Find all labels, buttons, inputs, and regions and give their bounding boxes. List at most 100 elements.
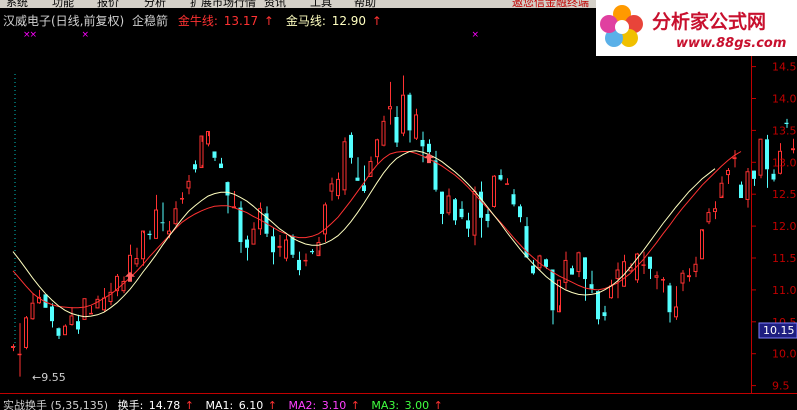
candle-body xyxy=(420,139,425,147)
logo-title: 分析家公式网 xyxy=(652,10,766,33)
candle-body xyxy=(654,275,659,278)
price-tick-label: 11.5 xyxy=(772,252,797,265)
candle-body xyxy=(11,346,15,348)
candle xyxy=(622,254,626,287)
candle-body xyxy=(544,259,548,267)
candle xyxy=(310,249,314,255)
candle xyxy=(420,131,425,163)
candle-body xyxy=(102,297,106,311)
promo-link[interactable]: 邀您信金融终端 xyxy=(512,0,589,8)
candle xyxy=(641,251,646,274)
candle xyxy=(102,287,106,312)
candle xyxy=(349,132,353,164)
candle xyxy=(479,181,483,238)
candle xyxy=(758,138,763,179)
ma3-label: MA3: xyxy=(371,399,399,410)
indicator-header: 实战换手 (5,35,135) 换手: 14.78 ↑ MA1: 6.10 ↑ … xyxy=(3,398,443,410)
candle-body xyxy=(498,175,503,180)
top-marker: × xyxy=(82,30,90,40)
candle-body xyxy=(30,302,35,320)
candle-body xyxy=(492,175,496,207)
candle-body xyxy=(732,157,737,160)
menu-item-help[interactable]: 帮助 xyxy=(354,0,376,8)
candle-body xyxy=(167,230,171,235)
jinniu-value: 13.17 xyxy=(224,14,258,28)
candle xyxy=(206,131,210,147)
candle xyxy=(30,293,35,320)
candle-body xyxy=(24,317,28,348)
candle xyxy=(11,344,15,352)
candle-body xyxy=(771,173,776,180)
ma3-value: 3.00 xyxy=(405,399,430,410)
candle-body xyxy=(128,254,132,275)
candle-body xyxy=(141,230,145,260)
candle xyxy=(693,256,698,278)
menu-item-quote[interactable]: 报价 xyxy=(97,0,119,8)
menu-item-system[interactable]: 系统 xyxy=(6,0,28,8)
candle xyxy=(726,168,730,184)
candle xyxy=(498,169,503,181)
candle xyxy=(219,157,223,169)
candle-body xyxy=(661,279,665,281)
candle xyxy=(362,165,366,193)
candle-body xyxy=(329,183,334,192)
candle xyxy=(277,235,282,257)
candle-body xyxy=(173,208,178,225)
candle-body xyxy=(765,139,769,170)
candle xyxy=(661,277,665,293)
candle xyxy=(570,265,574,275)
candle-body xyxy=(459,208,464,218)
candle-body xyxy=(186,180,191,189)
candle-body xyxy=(95,298,100,309)
candle xyxy=(24,316,28,350)
buy-signals xyxy=(125,153,434,282)
price-tick-label: 9.5 xyxy=(772,380,790,393)
candle-body xyxy=(706,212,711,223)
candle xyxy=(667,282,672,323)
price-tick-label: 14.0 xyxy=(772,93,797,106)
candle xyxy=(654,271,659,290)
candle-body xyxy=(466,220,470,229)
jinma-label: 金马线: xyxy=(286,13,326,28)
candle-body xyxy=(414,114,418,139)
candle xyxy=(160,202,165,232)
candle-body xyxy=(362,185,366,192)
candle-body xyxy=(602,312,607,317)
candle-body xyxy=(277,245,282,248)
candle xyxy=(719,176,724,199)
candle-body xyxy=(251,228,256,245)
candle-body xyxy=(147,233,152,236)
price-tick-label: 11.0 xyxy=(772,284,797,297)
candle xyxy=(407,92,412,143)
candle-body xyxy=(17,353,22,356)
ma1-arrow: ↑ xyxy=(268,399,277,410)
candle xyxy=(271,227,275,265)
turnover-arrow: ↑ xyxy=(185,399,194,410)
candle xyxy=(381,115,386,147)
candle xyxy=(388,81,392,125)
kline-chart[interactable]: ××××××× 14.514.013.513.012.512.011.511.0… xyxy=(0,8,797,410)
candle-body xyxy=(667,285,672,313)
candle xyxy=(511,189,516,207)
candle xyxy=(375,138,379,164)
ma2-value: 3.10 xyxy=(322,399,347,410)
turnover-value: 14.78 xyxy=(149,399,181,410)
candle-body xyxy=(56,328,61,336)
candle-body xyxy=(641,264,646,266)
candle xyxy=(199,135,204,169)
candle xyxy=(297,251,301,276)
candle xyxy=(141,230,145,266)
menu-item-extended-market[interactable]: 扩展市场行情 xyxy=(190,0,256,8)
candle-body xyxy=(739,184,743,199)
candle-body xyxy=(570,268,574,275)
candle-body xyxy=(433,160,438,190)
menu-item-analysis[interactable]: 分析 xyxy=(144,0,166,8)
menu-item-tools[interactable]: 工具 xyxy=(310,0,332,8)
candle xyxy=(284,235,288,262)
menu-item-function[interactable]: 功能 xyxy=(52,0,74,8)
candle xyxy=(466,212,470,237)
kline-chart-area[interactable]: ××××××× 14.514.013.513.012.512.011.511.0… xyxy=(0,8,797,410)
candle xyxy=(648,256,652,280)
menu-item-news[interactable]: 资讯 xyxy=(264,0,286,8)
site-logo[interactable]: 分析家公式网 www.88gs.com xyxy=(596,0,797,56)
